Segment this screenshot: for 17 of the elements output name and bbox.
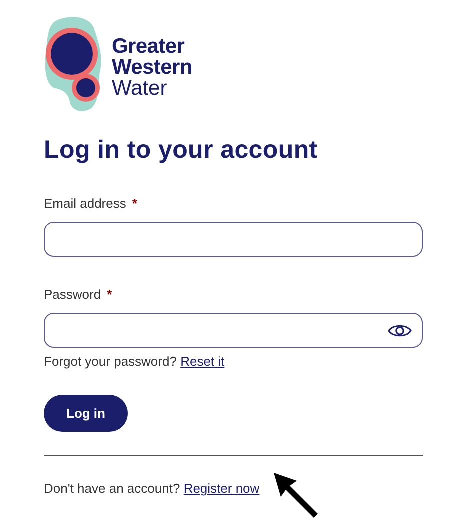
cursor-icon: [273, 472, 319, 518]
page-heading: Log in to your account: [44, 136, 319, 165]
forgot-password-text: Forgot your password? Reset it: [44, 354, 226, 369]
logo-text: Water: [112, 78, 168, 98]
reset-link[interactable]: Reset it: [180, 354, 225, 369]
register-link[interactable]: Register now: [184, 481, 260, 496]
logo-text: Greater: [112, 36, 185, 56]
required-mark: *: [107, 287, 112, 303]
register-text: Don't have an account? Register now: [44, 481, 261, 496]
required-mark: *: [132, 196, 138, 212]
password-field[interactable]: [44, 313, 423, 348]
eye-icon[interactable]: [388, 324, 412, 338]
field-label: Password: [44, 287, 102, 303]
field-label: Email address: [44, 196, 126, 212]
logo-text: Western: [112, 56, 192, 78]
login-button[interactable]: Log in: [44, 395, 128, 432]
email-field[interactable]: [44, 222, 423, 257]
